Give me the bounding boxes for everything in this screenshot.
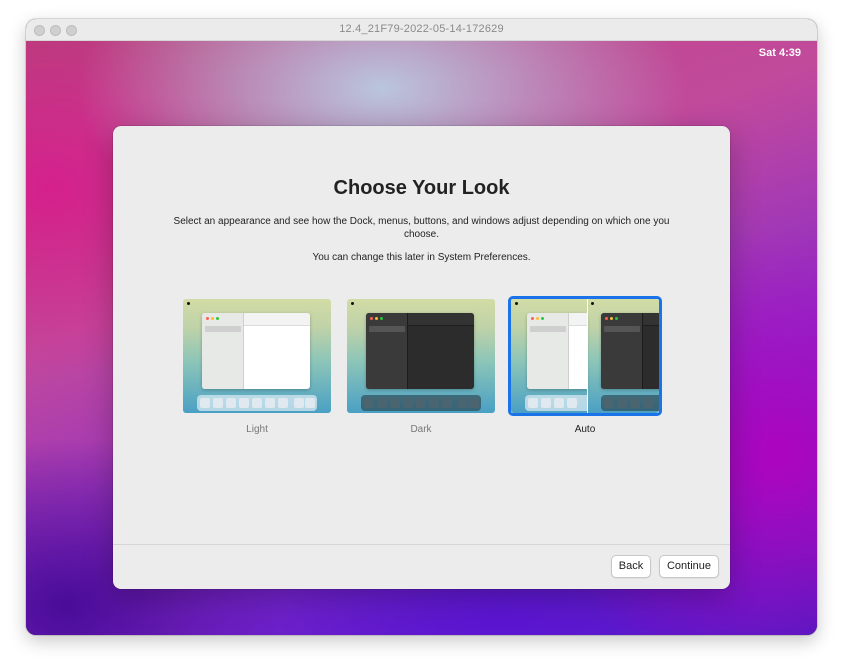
appearance-option-auto[interactable]: Auto — [508, 296, 662, 435]
auto-preview[interactable] — [508, 296, 662, 416]
apple-logo-icon — [351, 302, 354, 305]
preview-window-light — [527, 313, 587, 389]
preview-window — [366, 313, 474, 389]
apple-logo-icon — [515, 302, 518, 305]
split-divider — [587, 299, 588, 413]
preview-window — [202, 313, 310, 389]
light-preview[interactable] — [180, 296, 334, 416]
apple-logo-icon — [591, 302, 594, 305]
preview-dock-dark — [601, 395, 659, 411]
menubar-clock[interactable]: Sat 4:39 — [759, 47, 801, 59]
appearance-label-auto: Auto — [574, 424, 596, 435]
preview-dock — [361, 395, 481, 411]
back-button[interactable]: Back — [611, 555, 651, 578]
apple-logo-icon — [187, 302, 190, 305]
vm-window-title: 12.4_21F79-2022-05-14-172629 — [339, 23, 504, 35]
continue-button[interactable]: Continue — [659, 555, 719, 578]
preview-window-dark — [601, 313, 659, 389]
footer-divider — [113, 544, 730, 545]
vm-titlebar: 12.4_21F79-2022-05-14-172629 — [26, 19, 817, 41]
preview-dock — [197, 395, 317, 411]
preview-dock-light — [525, 395, 587, 411]
desktop-wallpaper: Sat 4:39 Choose Your Look Select an appe… — [26, 41, 817, 635]
setup-assistant-sheet: Choose Your Look Select an appearance an… — [113, 126, 730, 589]
vm-window: 12.4_21F79-2022-05-14-172629 Sat 4:39 Ch… — [26, 19, 817, 635]
appearance-label-dark: Dark — [410, 424, 432, 435]
dark-preview[interactable] — [344, 296, 498, 416]
page-title: Choose Your Look — [333, 177, 510, 199]
appearance-label-light: Light — [246, 424, 268, 435]
appearance-option-light[interactable]: Light — [180, 296, 334, 435]
page-note: You can change this later in System Pref… — [312, 252, 531, 263]
appearance-option-dark[interactable]: Dark — [344, 296, 498, 435]
page-description: Select an appearance and see how the Doc… — [173, 216, 670, 240]
